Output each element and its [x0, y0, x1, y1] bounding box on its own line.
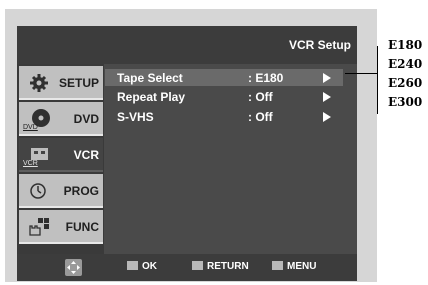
tab-vcr-label: VCR: [73, 148, 99, 162]
arrow-right-icon: [323, 112, 331, 122]
sidebar: SETUP DVD DVD VCR VCR PROG FUNC: [17, 64, 104, 254]
return-hint: RETURN: [192, 261, 249, 272]
gear-icon: [30, 74, 48, 92]
tape-options-list: E180 E240 E260 E300: [388, 36, 422, 112]
tab-prog[interactable]: PROG: [19, 174, 103, 208]
ok-label: OK: [142, 261, 157, 272]
tab-prog-label: PROG: [63, 184, 99, 198]
title-bar: VCR Setup: [17, 26, 357, 64]
menu-row-tape-select[interactable]: Tape Select : E180: [105, 69, 343, 86]
menu-icon: [272, 261, 283, 270]
option-e260: E260: [388, 76, 423, 90]
callout-connector: [345, 73, 377, 74]
menu-hint: MENU: [272, 261, 316, 272]
option-e240: E240: [388, 57, 423, 71]
clock-icon: [30, 183, 46, 199]
option-e300: E300: [388, 95, 423, 109]
tab-setup-label: SETUP: [58, 76, 99, 90]
row-value: : E180: [248, 71, 284, 85]
settings-list: Tape Select : E180 Repeat Play : Off S-V…: [105, 64, 357, 254]
ok-hint: OK: [127, 261, 157, 272]
row-value: : Off: [248, 90, 273, 104]
function-icon: [29, 218, 49, 236]
return-icon: [192, 261, 203, 270]
dvd-icon-caption: DVD: [23, 124, 38, 131]
arrow-right-icon: [323, 73, 331, 83]
row-label: S-VHS: [117, 110, 154, 124]
direction-pad-icon: [65, 259, 82, 276]
vcr-setup-screen: VCR Setup SETUP DVD DVD VCR VCR PROG FUN…: [17, 26, 357, 281]
tab-setup[interactable]: SETUP: [19, 66, 103, 100]
menu-row-repeat-play[interactable]: Repeat Play : Off: [105, 88, 343, 105]
tab-func-label: FUNC: [65, 220, 99, 234]
tab-dvd-label: DVD: [73, 112, 99, 126]
menu-label: MENU: [287, 261, 317, 272]
vcr-icon-caption: VCR: [23, 160, 38, 167]
tab-dvd[interactable]: DVD DVD: [19, 102, 103, 136]
arrow-right-icon: [323, 92, 331, 102]
enter-icon: [127, 261, 138, 270]
row-value: : Off: [248, 110, 273, 124]
tab-func[interactable]: FUNC: [19, 210, 103, 244]
tab-vcr[interactable]: VCR VCR: [19, 138, 103, 172]
return-label: RETURN: [207, 261, 249, 272]
menu-row-s-vhs[interactable]: S-VHS : Off: [105, 108, 343, 125]
page-title: VCR Setup: [288, 38, 351, 52]
callout-bracket: [377, 46, 378, 114]
option-e180: E180: [388, 38, 423, 52]
row-label: Repeat Play: [117, 90, 186, 104]
row-label: Tape Select: [117, 71, 183, 85]
button-guide-bar: OK RETURN MENU: [17, 254, 357, 281]
